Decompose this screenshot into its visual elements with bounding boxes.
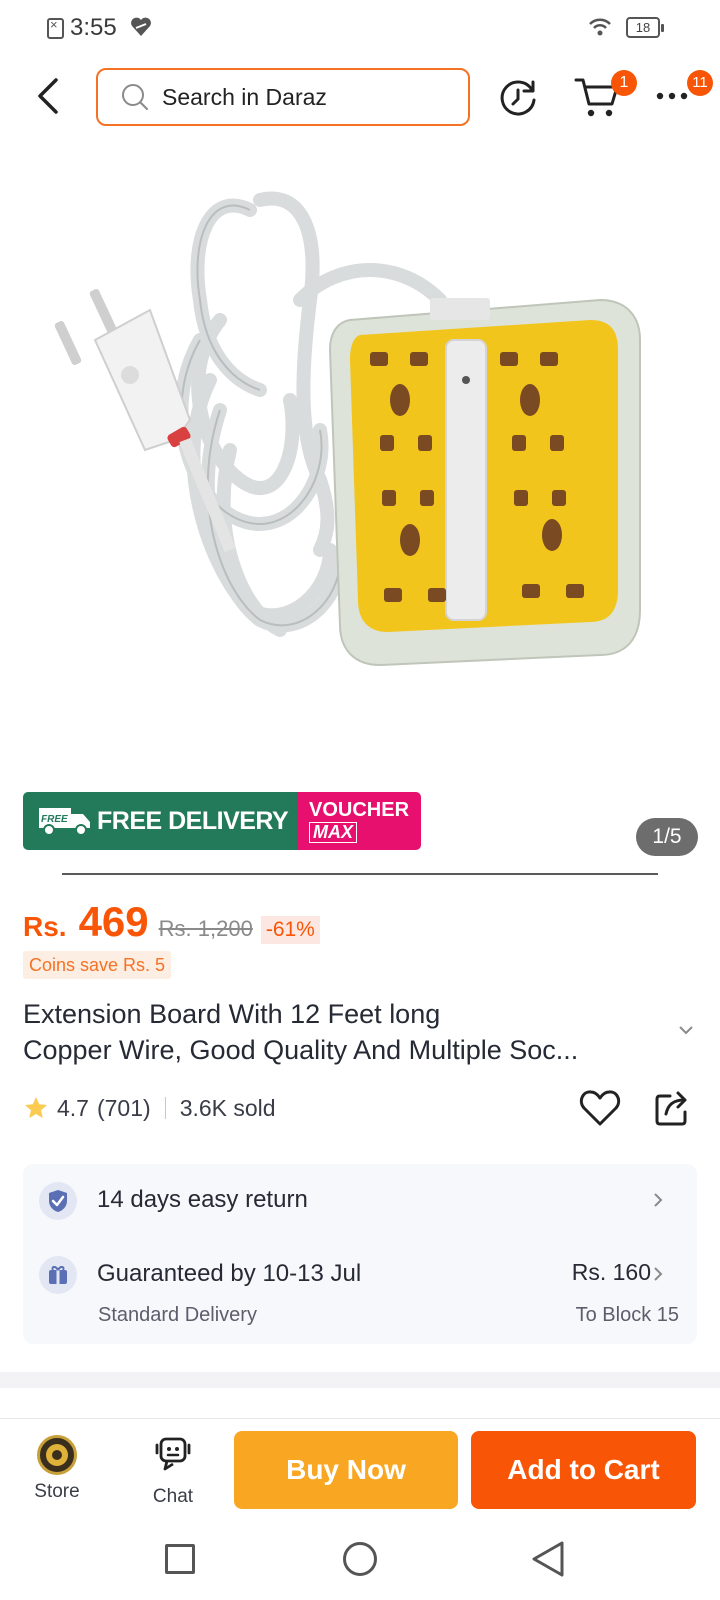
back-arrow-icon [38,78,58,114]
search-icon [120,82,150,112]
sold-count: 3.6K sold [179,1094,276,1121]
free-delivery-text: FREE DELIVERY [97,806,289,835]
recents-button[interactable] [165,1544,195,1574]
heart-icon [579,1090,621,1126]
product-title-line: Extension Board With 12 Feet long [23,999,441,1029]
bottom-action-bar: Store Chat Buy Now Add to Cart [0,1418,720,1518]
original-price: Rs. 1,200 [158,916,253,941]
chevron-right-icon[interactable] [653,1266,663,1282]
voucher-label: VOUCHER [309,798,410,821]
product-title-line: Copper Wire, Good Quality And Multiple S… [23,1035,579,1065]
product-image[interactable] [0,150,720,760]
search-placeholder: Search in Daraz [162,83,327,110]
chat-label: Chat [152,1486,194,1507]
wifi-icon [589,18,611,36]
share-icon [655,1091,687,1126]
max-label: MAX [309,821,357,843]
nav-back-icon[interactable] [530,1540,566,1578]
delivery-location[interactable]: To Block 15 [576,1304,679,1327]
search-input[interactable]: Search in Daraz [96,68,470,126]
price-row: Rs. 469 Rs. 1,200 -61% [23,898,320,948]
chevron-right-icon [654,1193,663,1207]
delivery-truck-icon: FREE [39,808,90,836]
product-title[interactable]: Extension Board With 12 Feet long Copper… [23,996,663,1068]
free-label: FREE [41,814,68,825]
store-button[interactable]: Store [24,1429,90,1509]
rating-row[interactable]: 4.7 (701) 3.6K sold [23,1090,276,1126]
return-policy-row[interactable]: 14 days easy return [23,1164,697,1236]
store-logo [37,1435,77,1475]
message-count-badge: 11 [687,70,713,96]
chat-icon [155,1437,191,1471]
gift-icon [39,1256,77,1294]
shield-check-icon [39,1182,77,1220]
health-icon [131,17,151,36]
cart-count-badge: 1 [611,70,637,96]
promo-banner[interactable]: FREE FREE DELIVERY VOUCHER MAX [23,792,421,850]
delivery-info-card: 14 days easy return Guaranteed by 10-13 … [23,1164,697,1344]
star-icon [25,1097,47,1118]
status-bar: 3:55 18 [0,0,720,56]
rating-count: (701) [96,1094,151,1121]
price-value: 469 [78,898,149,945]
delivery-type: Standard Delivery [98,1304,257,1326]
history-button[interactable] [496,76,540,120]
image-counter: 1/5 [636,818,698,856]
rating-score: 4.7 [57,1094,89,1121]
battery-icon: 18 [626,17,664,38]
header: Search in Daraz 1 11 [0,62,720,132]
back-button[interactable] [30,74,66,118]
section-divider [0,1372,720,1388]
wishlist-button[interactable] [579,1088,621,1128]
delivery-guarantee-text[interactable]: Guaranteed by 10-13 Jul [97,1260,361,1288]
gallery-progress-line [62,873,658,875]
chat-button[interactable]: Chat [140,1429,206,1509]
add-to-cart-button[interactable]: Add to Cart [471,1431,696,1509]
history-icon [500,80,536,116]
buy-now-button[interactable]: Buy Now [234,1431,458,1509]
system-navigation-bar [0,1530,720,1600]
share-button[interactable] [652,1088,692,1128]
screenshot-icon [47,17,64,39]
home-button[interactable] [343,1542,377,1576]
store-label: Store [34,1481,80,1502]
price-currency: Rs. [23,911,67,942]
chevron-down-icon[interactable] [678,1024,694,1036]
return-policy-text: 14 days easy return [97,1186,308,1213]
status-time: 3:55 [70,14,117,41]
extension-board-illustration [54,191,641,667]
free-delivery-badge: FREE FREE DELIVERY [23,792,297,850]
coins-badge[interactable]: Coins save Rs. 5 [23,951,172,979]
voucher-max-badge: VOUCHER MAX [297,792,421,850]
discount-badge: -61% [260,916,320,944]
delivery-fee[interactable]: Rs. 160 [572,1259,651,1286]
rating-divider [164,1097,166,1119]
